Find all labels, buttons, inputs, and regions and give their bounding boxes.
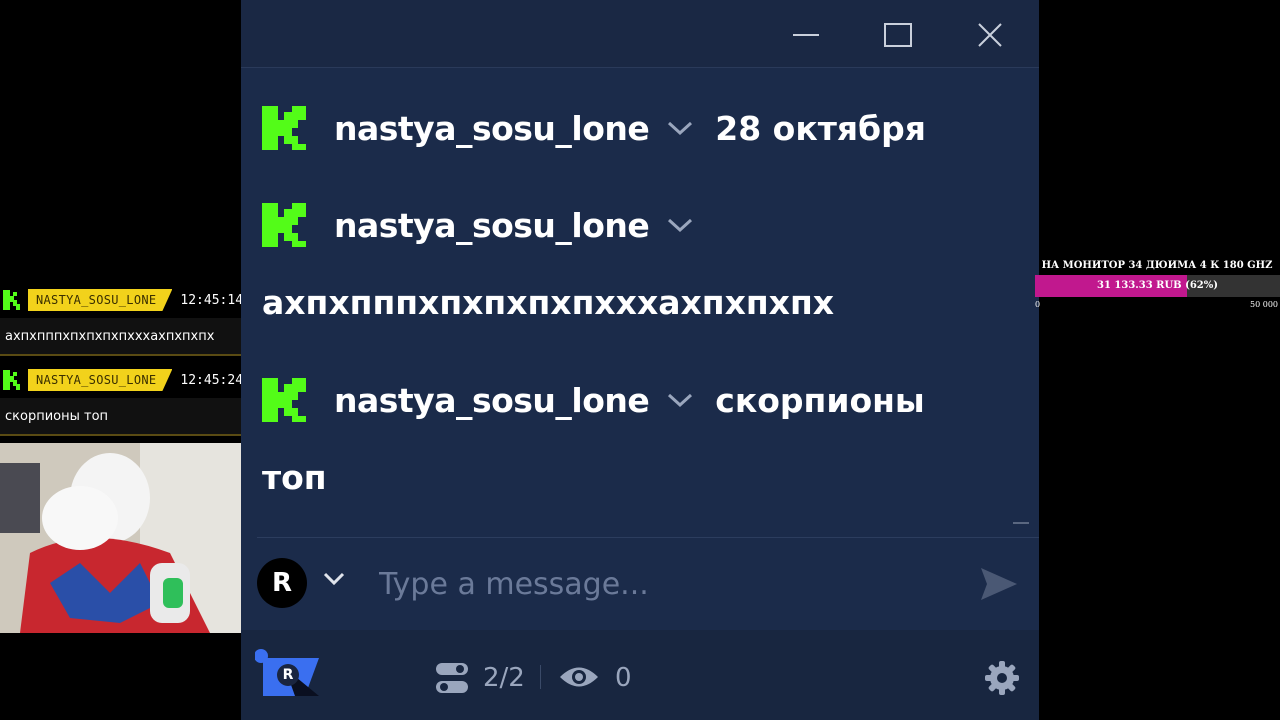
chat-window: nastya_sosu_lone 28 октября nastya_sosu_… — [241, 0, 1039, 720]
send-icon[interactable] — [979, 566, 1019, 602]
chat-message-text: топ — [262, 458, 327, 497]
status-bar: R 2/2 0 — [241, 630, 1039, 720]
goal-progress-bar: 31 133.33 RUB (62%) — [1035, 275, 1280, 297]
eye-icon — [560, 667, 598, 687]
chat-message-header: nastya_sosu_lone скорпионы — [262, 378, 925, 422]
overlay-message-text: ахпхпппхпхпхпхпхххахпхпхпх — [0, 318, 256, 356]
chat-message-text: 28 октября — [715, 108, 926, 148]
chat-message-text: ахпхпппхпхпхпхпхххахпхпхпх — [262, 283, 835, 322]
webcam-image — [0, 443, 255, 633]
kick-logo-icon — [262, 203, 306, 247]
close-icon — [978, 23, 1002, 47]
goal-min-label: 0 — [1035, 300, 1041, 309]
message-input[interactable] — [377, 558, 961, 610]
resize-handle[interactable] — [1013, 522, 1029, 524]
avatar[interactable]: R — [257, 558, 307, 608]
close-button[interactable] — [967, 12, 1013, 58]
streams-icon — [436, 663, 468, 693]
viewer-count: 0 — [615, 663, 632, 693]
kick-logo-icon — [2, 289, 24, 311]
overlay-message-header: NASTYA_SOSU_LONE 12:45:24 — [0, 368, 256, 392]
minimize-button[interactable] — [783, 12, 829, 58]
gear-icon[interactable] — [984, 660, 1020, 696]
webcam-feed — [0, 443, 255, 633]
chevron-down-icon[interactable] — [667, 392, 693, 408]
minimize-icon — [793, 34, 819, 36]
overlay-timestamp: 12:45:14 — [180, 292, 244, 308]
chat-message-text: скорпионы — [715, 380, 925, 420]
goal-max-label: 50 000 — [1250, 300, 1278, 309]
app-logo[interactable]: R — [254, 648, 321, 696]
maximize-button[interactable] — [875, 12, 921, 58]
kick-logo-icon — [262, 378, 306, 422]
message-input-bar: R — [257, 537, 1039, 630]
overlay-username: NASTYA_SOSU_LONE — [28, 369, 172, 391]
chat-message-header: nastya_sosu_lone — [262, 203, 693, 247]
overlay-message-text: скорпионы топ — [0, 398, 256, 436]
divider — [540, 665, 541, 689]
goal-title: НА МОНИТОР 34 ДЮИМА 4 К 180 GHZ — [1041, 260, 1273, 271]
chat-username[interactable]: nastya_sosu_lone — [334, 206, 650, 245]
title-bar — [241, 0, 1039, 68]
chat-message-header: nastya_sosu_lone 28 октября — [262, 106, 926, 150]
goal-progress-text: 31 133.33 RUB (62%) — [1097, 280, 1218, 291]
chat-username[interactable]: nastya_sosu_lone — [334, 381, 650, 420]
chat-username[interactable]: nastya_sosu_lone — [334, 109, 650, 148]
overlay-username: NASTYA_SOSU_LONE — [28, 289, 172, 311]
chevron-down-icon[interactable] — [323, 572, 345, 586]
chevron-down-icon[interactable] — [667, 217, 693, 233]
app-logo-letter: R — [277, 664, 299, 686]
overlay-message-header: NASTYA_SOSU_LONE 12:45:14 — [0, 288, 256, 312]
kick-logo-icon — [2, 369, 24, 391]
maximize-icon — [884, 23, 912, 47]
kick-logo-icon — [262, 106, 306, 150]
streams-count: 2/2 — [483, 663, 525, 693]
chevron-down-icon[interactable] — [667, 120, 693, 136]
overlay-timestamp: 12:45:24 — [180, 372, 244, 388]
